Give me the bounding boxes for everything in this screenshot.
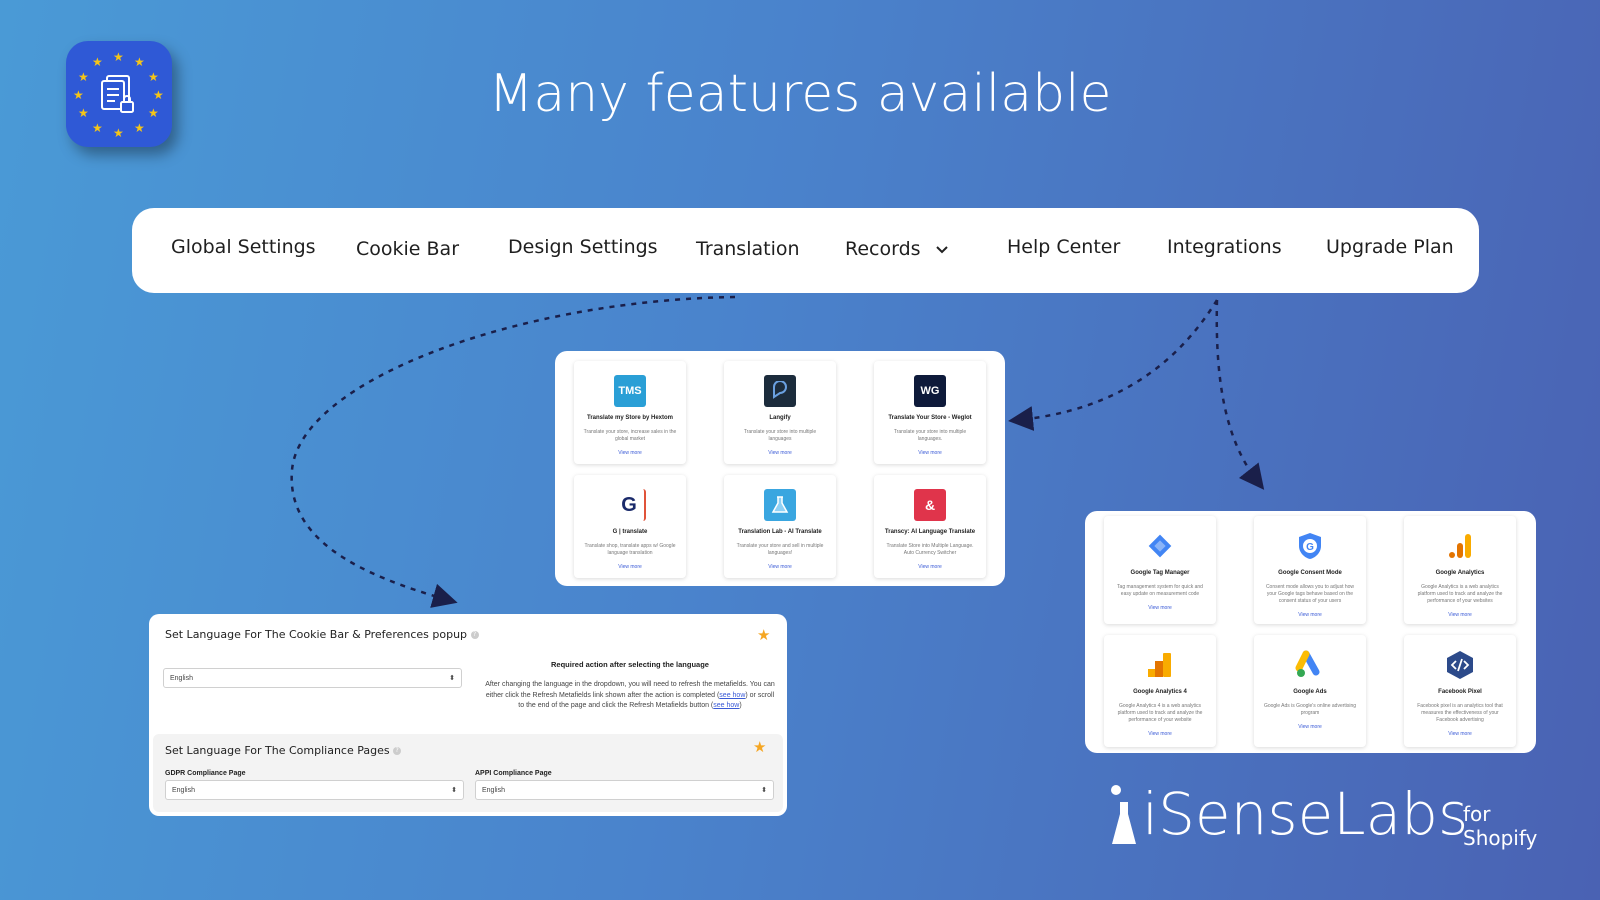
- app-card[interactable]: Translation Lab - AI Translate Translate…: [724, 475, 836, 578]
- view-more-link[interactable]: View more: [874, 564, 986, 570]
- app-card-title: Translate my Store by Hextom: [586, 415, 674, 421]
- tms-logo-icon: TMS: [614, 375, 646, 407]
- cookie-bar-language-select[interactable]: English ⬍: [163, 668, 462, 688]
- app-card[interactable]: WG Translate Your Store - Weglot Transla…: [874, 361, 986, 464]
- app-card-title: Langify: [769, 415, 791, 421]
- view-more-link[interactable]: View more: [874, 450, 986, 456]
- app-card-desc: Translate your store into multiple langu…: [893, 429, 967, 442]
- code-icon: [1444, 649, 1476, 681]
- select-caret-icon: ⬍: [451, 787, 457, 794]
- app-card-title: Translate Your Store - Weglot: [888, 415, 972, 421]
- app-card-title: G | translate: [612, 529, 648, 535]
- app-card-desc: Translate Store into Multiple Language. …: [886, 543, 974, 556]
- view-more-link[interactable]: View more: [1404, 612, 1516, 618]
- flask-logo-icon: [764, 489, 796, 521]
- integration-card[interactable]: Google Ads Google Ads is Google's online…: [1254, 635, 1366, 747]
- tag-manager-icon: [1144, 530, 1176, 562]
- app-card-desc: Translate your store into multiple langu…: [743, 429, 817, 442]
- weglot-logo-icon: WG: [914, 375, 946, 407]
- see-how-link[interactable]: see how: [719, 692, 745, 699]
- integration-card[interactable]: Google Analytics 4 Google Analytics 4 is…: [1104, 635, 1216, 747]
- analytics-icon: [1444, 530, 1476, 562]
- star-icon[interactable]: ★: [757, 626, 770, 644]
- app-card[interactable]: Langify Translate your store into multip…: [724, 361, 836, 464]
- integrations-panel: Google Tag Manager Tag management system…: [1085, 511, 1536, 753]
- consent-mode-icon: G: [1294, 530, 1326, 562]
- appi-label: APPI Compliance Page: [475, 770, 552, 777]
- integration-card-title: Google Analytics: [1435, 570, 1485, 576]
- see-how-link[interactable]: see how: [713, 702, 739, 709]
- compliance-language-section: Set Language For The Compliance Pages ? …: [153, 734, 783, 812]
- integration-card[interactable]: Google Analytics Google Analytics is a w…: [1404, 516, 1516, 624]
- brand-tagline: for Shopify: [1463, 802, 1538, 850]
- integration-card-desc: Consent mode allows you to adjust how yo…: [1265, 584, 1355, 604]
- isenselabs-logo-icon: [1111, 785, 1136, 844]
- svg-text:G: G: [1306, 542, 1314, 553]
- app-card-desc: Translate shop, translate apps w/ Google…: [584, 543, 676, 556]
- integration-card-title: Google Analytics 4: [1133, 689, 1187, 695]
- star-icon[interactable]: ★: [753, 738, 766, 756]
- select-caret-icon: ⬍: [761, 787, 767, 794]
- view-more-link[interactable]: View more: [574, 564, 686, 570]
- help-icon[interactable]: ?: [470, 631, 479, 639]
- view-more-link[interactable]: View more: [1254, 612, 1366, 618]
- view-more-link[interactable]: View more: [724, 564, 836, 570]
- section-title: Set Language For The Cookie Bar & Prefer…: [165, 628, 479, 641]
- integration-card-desc: Google Ads is Google's online advertisin…: [1263, 703, 1357, 716]
- integration-card-desc: Tag management system for quick and easy…: [1117, 584, 1203, 597]
- app-card[interactable]: & Transcy: AI Language Translate Transla…: [874, 475, 986, 578]
- analytics-4-icon: [1144, 649, 1176, 681]
- app-card-title: Translation Lab - AI Translate: [738, 529, 822, 535]
- view-more-link[interactable]: View more: [1404, 731, 1516, 737]
- gdpr-language-select[interactable]: English ⬍: [165, 780, 464, 800]
- app-card-desc: Translate your store and sell in multipl…: [736, 543, 824, 556]
- integration-card[interactable]: G Google Consent Mode Consent mode allow…: [1254, 516, 1366, 624]
- google-ads-icon: [1294, 649, 1326, 681]
- transcy-logo-icon: &: [914, 489, 946, 521]
- integration-card-title: Google Ads: [1293, 689, 1327, 695]
- section-title: Set Language For The Compliance Pages ?: [165, 744, 402, 757]
- integration-card-title: Google Tag Manager: [1130, 570, 1190, 576]
- help-icon[interactable]: ?: [393, 747, 402, 755]
- language-settings-panel: Set Language For The Cookie Bar & Prefer…: [149, 614, 787, 816]
- app-card-desc: Translate your store, increase sales in …: [583, 429, 677, 442]
- langify-logo-icon: [764, 375, 796, 407]
- translation-apps-panel: TMS Translate my Store by Hextom Transla…: [555, 351, 1005, 586]
- integration-card-desc: Google Analytics 4 is a web analytics pl…: [1117, 703, 1203, 723]
- app-card-title: Transcy: AI Language Translate: [884, 529, 976, 535]
- cookie-bar-language-section: Set Language For The Cookie Bar & Prefer…: [155, 620, 781, 722]
- gtranslate-logo-icon: G: [614, 489, 646, 521]
- view-more-link[interactable]: View more: [1104, 731, 1216, 737]
- app-card[interactable]: TMS Translate my Store by Hextom Transla…: [574, 361, 686, 464]
- app-card[interactable]: G G | translate Translate shop, translat…: [574, 475, 686, 578]
- integration-card-desc: Facebook pixel is an analytics tool that…: [1417, 703, 1503, 723]
- integration-card-title: Google Consent Mode: [1278, 570, 1342, 576]
- integration-card-title: Facebook Pixel: [1438, 689, 1482, 695]
- integration-card-desc: Google Analytics is a web analytics plat…: [1417, 584, 1503, 604]
- view-more-link[interactable]: View more: [1104, 605, 1216, 611]
- view-more-link[interactable]: View more: [724, 450, 836, 456]
- appi-language-select[interactable]: English ⬍: [475, 780, 774, 800]
- required-action-body: After changing the language in the dropd…: [485, 681, 775, 709]
- brand-name: iSenseLabs: [1142, 780, 1469, 848]
- select-caret-icon: ⬍: [449, 675, 455, 682]
- integration-card[interactable]: Facebook Pixel Facebook pixel is an anal…: [1404, 635, 1516, 747]
- integration-card[interactable]: Google Tag Manager Tag management system…: [1104, 516, 1216, 624]
- view-more-link[interactable]: View more: [574, 450, 686, 456]
- view-more-link[interactable]: View more: [1254, 724, 1366, 730]
- gdpr-label: GDPR Compliance Page: [165, 770, 246, 777]
- required-action-title: Required action after selecting the lang…: [551, 660, 709, 669]
